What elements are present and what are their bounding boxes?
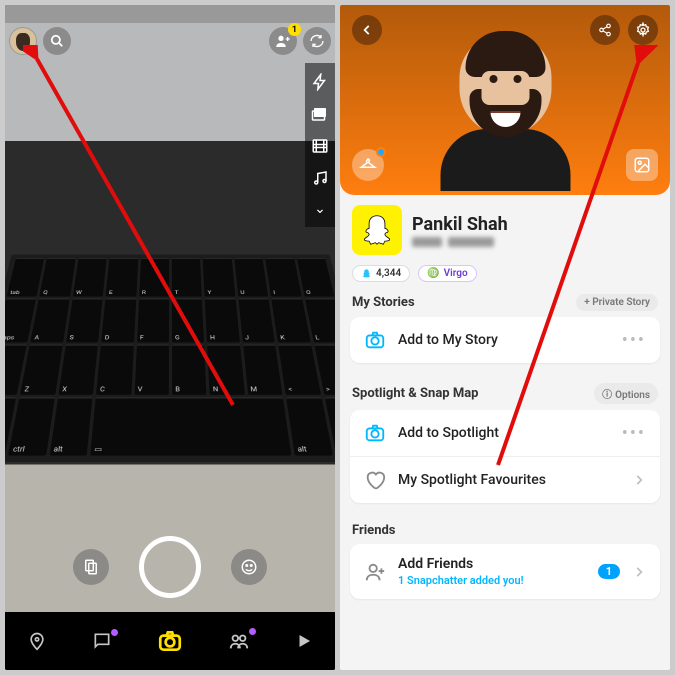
- outfit-button[interactable]: [352, 149, 384, 181]
- add-to-spotlight-row[interactable]: Add to Spotlight •••: [350, 410, 660, 456]
- spotlight-favourites-label: My Spotlight Favourites: [398, 472, 620, 488]
- info-icon: ⓘ: [602, 390, 612, 401]
- smiley-icon: [240, 558, 258, 576]
- add-friends-label: Add Friends: [398, 556, 586, 572]
- bottom-nav: [5, 612, 335, 670]
- nav-stories[interactable]: [228, 630, 250, 652]
- virgo-icon: ♍: [427, 268, 439, 279]
- chevron-left-icon: [360, 23, 374, 37]
- camera-icon: [364, 329, 386, 351]
- friends-card: Add Friends 1 Snapchatter added you! 1: [350, 544, 660, 599]
- add-friends-row[interactable]: Add Friends 1 Snapchatter added you! 1: [350, 544, 660, 599]
- add-friend-icon: [364, 561, 386, 583]
- zodiac-label: Virgo: [444, 268, 468, 279]
- add-to-spotlight-label: Add to Spotlight: [398, 425, 610, 441]
- section-title-stories: My Stories: [352, 295, 415, 310]
- image-icon: [633, 156, 651, 174]
- snap-score-value: 4,344: [376, 268, 401, 279]
- flip-icon: [309, 33, 325, 49]
- stories-card: Add to My Story •••: [350, 317, 660, 363]
- status-bar: [5, 5, 335, 23]
- camera-screen: tabQWERTYUIO capsASDFGHJKL shiftZXCVBNM<…: [5, 5, 335, 670]
- snapcode[interactable]: [352, 205, 402, 255]
- more-icon[interactable]: •••: [622, 330, 646, 351]
- nav-camera[interactable]: [157, 628, 183, 654]
- profile-content: Pankil Shah 4,344 ♍ Virgo My Stories: [340, 195, 670, 670]
- search-icon: [50, 34, 64, 48]
- notification-dot: [376, 147, 386, 157]
- hanger-icon: [359, 156, 377, 174]
- memories-button[interactable]: [73, 549, 109, 585]
- back-button[interactable]: [352, 15, 382, 45]
- zodiac-pill[interactable]: ♍ Virgo: [418, 265, 476, 282]
- lens-button[interactable]: [231, 549, 267, 585]
- add-friend-button[interactable]: [269, 27, 297, 55]
- film-icon[interactable]: [311, 137, 329, 155]
- spotlight-favourites-row[interactable]: My Spotlight Favourites: [350, 456, 660, 503]
- section-title-friends: Friends: [352, 523, 395, 538]
- camera-icon: [364, 422, 386, 444]
- options-chip[interactable]: ⓘOptions: [594, 383, 658, 404]
- search-button[interactable]: [43, 27, 71, 55]
- profile-avatar-button[interactable]: [9, 27, 37, 55]
- flash-icon[interactable]: [311, 73, 329, 91]
- more-tools-icon[interactable]: ⌄: [314, 201, 326, 217]
- chevron-right-icon: [632, 473, 646, 487]
- ghost-icon: [361, 268, 372, 279]
- add-friend-icon: [275, 33, 291, 49]
- add-to-story-row[interactable]: Add to My Story •••: [350, 317, 660, 363]
- add-to-story-label: Add to My Story: [398, 332, 610, 348]
- music-icon[interactable]: [311, 169, 329, 187]
- gear-icon: [635, 22, 651, 38]
- section-title-spotlight: Spotlight & Snap Map: [352, 386, 479, 401]
- nav-spotlight[interactable]: [295, 632, 313, 650]
- nav-map[interactable]: [27, 631, 47, 651]
- layers-icon[interactable]: [311, 105, 329, 123]
- bitmoji-avatar[interactable]: [433, 35, 578, 205]
- username-handle: [412, 237, 508, 247]
- background-button[interactable]: [626, 149, 658, 181]
- nav-chat[interactable]: [92, 631, 112, 651]
- shutter-button[interactable]: [139, 536, 201, 598]
- private-story-chip[interactable]: + Private Story: [576, 294, 658, 311]
- snap-score-pill[interactable]: 4,344: [352, 265, 410, 282]
- friend-count-badge: 1: [598, 564, 620, 579]
- profile-screen: Pankil Shah 4,344 ♍ Virgo My Stories: [340, 5, 670, 670]
- heart-icon: [364, 469, 386, 491]
- photo-subject-keyboard: tabQWERTYUIO capsASDFGHJKL shiftZXCVBNM<…: [5, 255, 335, 462]
- chevron-right-icon: [632, 565, 646, 579]
- camera-tools: ⌄: [305, 63, 335, 227]
- cards-icon: [82, 558, 100, 576]
- settings-button[interactable]: [628, 15, 658, 45]
- user-name: Pankil Shah: [412, 214, 508, 235]
- flip-camera-button[interactable]: [303, 27, 331, 55]
- spotlight-card: Add to Spotlight ••• My Spotlight Favour…: [350, 410, 660, 503]
- share-button[interactable]: [590, 15, 620, 45]
- more-icon[interactable]: •••: [622, 423, 646, 444]
- ghost-icon: [358, 211, 396, 249]
- share-icon: [598, 23, 612, 37]
- profile-header: [340, 5, 670, 195]
- add-friends-sub: 1 Snapchatter added you!: [398, 574, 586, 587]
